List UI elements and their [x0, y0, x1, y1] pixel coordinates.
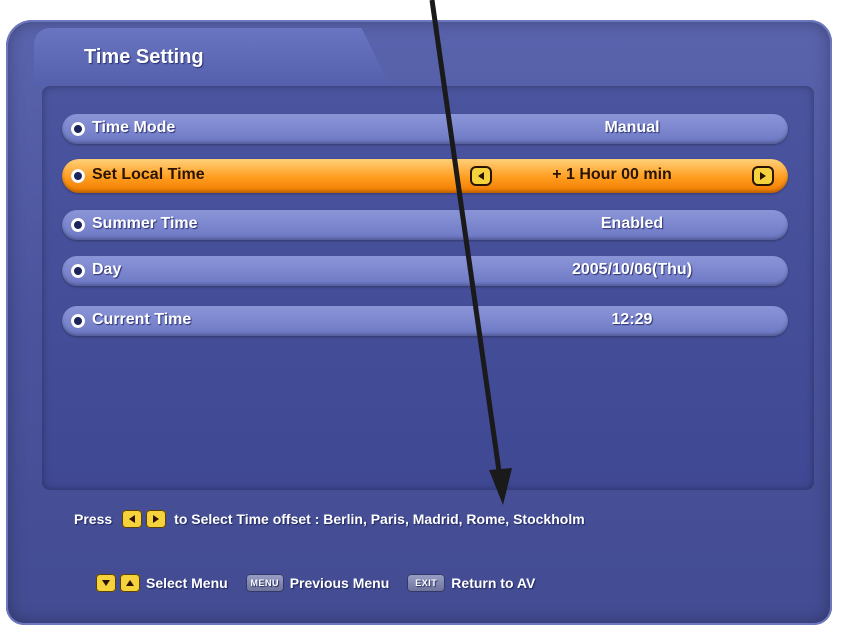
- left-arrow-icon: [122, 510, 143, 528]
- select-menu-label: Select Menu: [146, 575, 228, 591]
- row-label: Set Local Time: [92, 166, 205, 183]
- row-value: 12:29: [611, 311, 653, 328]
- radio-bullet-icon: [71, 122, 85, 136]
- exit-key: EXIT: [407, 574, 446, 592]
- menu-content-area: [42, 86, 814, 490]
- row-value: Enabled: [600, 215, 664, 232]
- menu-row-summer-time[interactable]: Summer Time Enabled: [62, 210, 788, 240]
- right-arrow-icon[interactable]: [752, 166, 774, 186]
- row-label: Day: [92, 261, 122, 278]
- menu-key: MENU: [245, 574, 284, 592]
- menu-row-current-time[interactable]: Current Time 12:29: [62, 306, 788, 336]
- footer-bar: Select Menu MENU Previous Menu EXIT Retu…: [94, 574, 551, 592]
- menu-title: Time Setting: [84, 46, 204, 68]
- footer-return-av: EXIT Return to AV: [405, 574, 535, 592]
- radio-bullet-icon: [71, 264, 85, 278]
- help-line: Press to Select Time offset : Berlin, Pa…: [74, 510, 585, 528]
- menu-row-set-local-time[interactable]: Set Local Time + 1 Hour 00 min: [62, 159, 788, 193]
- footer-previous-menu: MENU Previous Menu: [244, 574, 390, 592]
- return-av-label: Return to AV: [451, 575, 536, 591]
- row-value: 2005/10/06(Thu): [571, 261, 693, 278]
- row-label: Summer Time: [92, 215, 198, 232]
- right-arrow-icon: [146, 510, 167, 528]
- row-value: Manual: [604, 119, 660, 136]
- down-arrow-icon: [96, 574, 116, 592]
- row-label: Time Mode: [92, 119, 176, 136]
- up-arrow-icon: [120, 574, 140, 592]
- menu-row-day[interactable]: Day 2005/10/06(Thu): [62, 256, 788, 286]
- menu-row-time-mode[interactable]: Time Mode Manual: [62, 114, 788, 144]
- radio-bullet-icon: [71, 218, 85, 232]
- row-value: + 1 Hour 00 min: [552, 166, 672, 183]
- previous-menu-label: Previous Menu: [289, 575, 390, 591]
- radio-bullet-icon: [71, 314, 85, 328]
- help-text: to Select Time offset : Berlin, Paris, M…: [174, 511, 585, 527]
- left-arrow-icon[interactable]: [470, 166, 492, 186]
- help-press: Press: [74, 511, 113, 527]
- row-label: Current Time: [92, 311, 192, 328]
- radio-bullet-icon: [71, 169, 85, 183]
- footer-select-menu: Select Menu: [94, 574, 228, 592]
